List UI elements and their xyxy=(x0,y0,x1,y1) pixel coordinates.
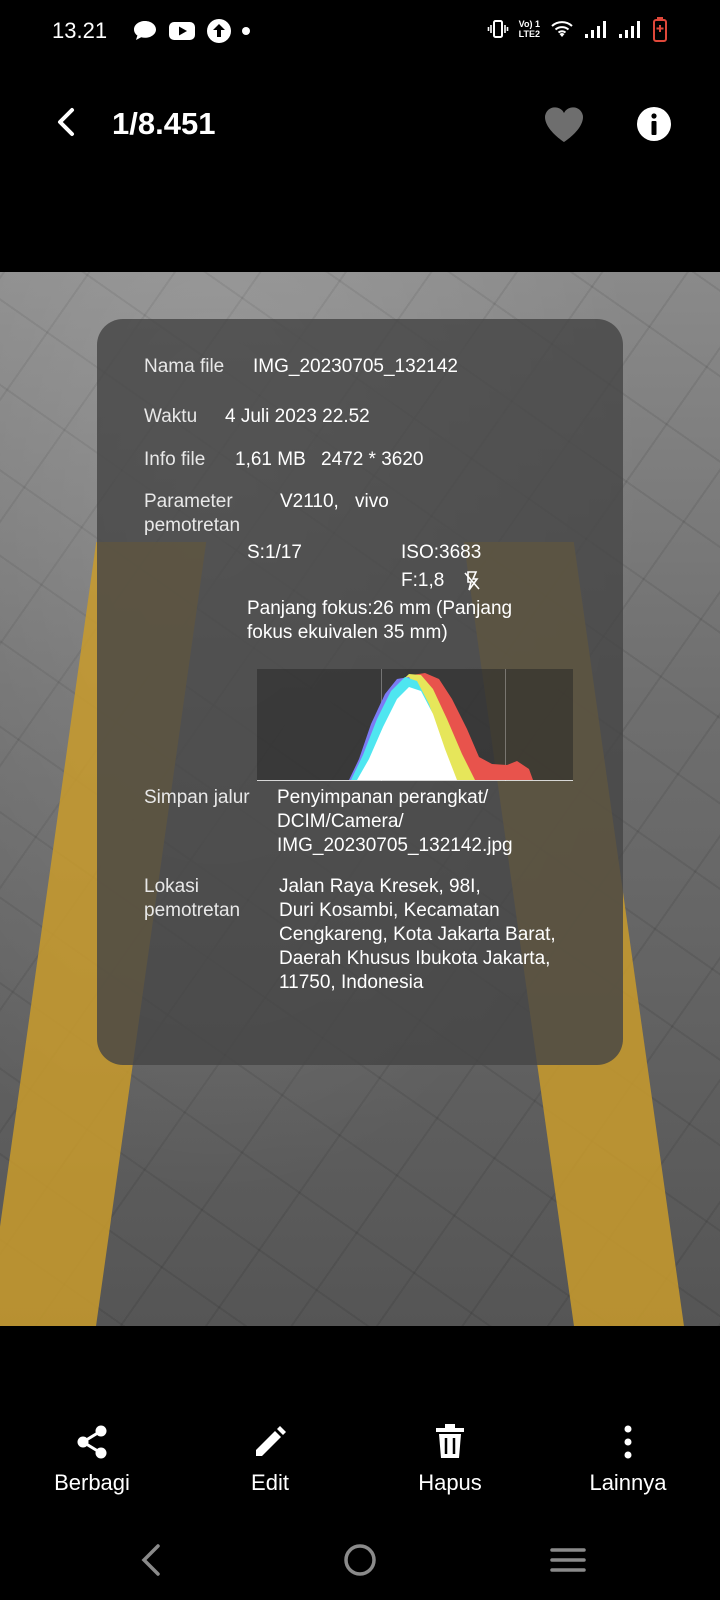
focal-length-line-1: Panjang fokus:26 mm (Panjang xyxy=(247,598,513,619)
more-label: Lainnya xyxy=(589,1470,667,1495)
image-counter: 1/8.451 xyxy=(112,106,216,141)
vibrate-icon xyxy=(487,20,508,38)
details-panel: Nama file IMG_20230705_132142 Waktu 4 Ju… xyxy=(97,319,623,1065)
info-icon xyxy=(637,107,671,141)
nav-home-button[interactable] xyxy=(338,1538,382,1582)
path-line-1: Penyimpanan perangkat/ xyxy=(277,787,489,808)
location-line-2: Duri Kosambi, Kecamatan xyxy=(279,900,500,921)
location-line-5: 11750, Indonesia xyxy=(279,972,424,993)
upload-icon xyxy=(207,19,231,43)
trash-icon xyxy=(436,1424,464,1458)
nav-back-button[interactable] xyxy=(130,1538,174,1582)
nav-recents-button[interactable] xyxy=(546,1538,590,1582)
location-line-1: Jalan Raya Kresek, 98I, xyxy=(279,876,481,897)
path-line-2: DCIM/Camera/ xyxy=(277,811,404,832)
params-label-line-1: Parameter xyxy=(144,491,233,512)
histogram-curves xyxy=(349,673,533,780)
time-value: 4 Juli 2023 22.52 xyxy=(225,406,370,427)
histogram-baseline xyxy=(257,780,573,781)
file-name-value: IMG_20230705_132142 xyxy=(253,356,458,377)
location-label-line-2: pemotretan xyxy=(144,900,241,921)
lte-icon: Vo) 1 LTE2 xyxy=(518,19,540,39)
device-brand-value: vivo xyxy=(355,491,389,512)
signal-icon xyxy=(619,21,640,38)
iso-value: ISO:3683 xyxy=(401,542,482,563)
nav-back-icon xyxy=(141,1544,160,1576)
status-system-icons: Vo) 1 LTE2 xyxy=(487,16,668,42)
bottom-action-bar: Berbagi Edit Hapus Lainnya xyxy=(0,1420,720,1510)
file-info-label: Info file xyxy=(144,449,206,470)
battery-low-icon xyxy=(653,17,667,42)
location-label-line-1: Lokasi xyxy=(144,876,199,897)
heart-icon xyxy=(545,107,583,142)
wifi-icon xyxy=(551,21,573,37)
status-bar: 13.21 Vo) 1 LTE2 xyxy=(0,0,720,60)
share-icon xyxy=(77,1425,107,1459)
pencil-icon xyxy=(256,1426,286,1456)
focal-length-line-2: fokus ekuivalen 35 mm) xyxy=(247,622,448,643)
info-button[interactable] xyxy=(634,104,674,144)
edit-button[interactable]: Edit xyxy=(200,1420,340,1496)
signal-icon xyxy=(585,21,606,38)
histogram xyxy=(257,669,573,781)
path-label: Simpan jalur xyxy=(144,787,250,808)
delete-button[interactable]: Hapus xyxy=(380,1420,520,1496)
share-label: Berbagi xyxy=(54,1470,130,1495)
more-button[interactable]: Lainnya xyxy=(558,1420,698,1496)
resolution-value: 2472 * 3620 xyxy=(321,449,424,470)
viewer-top-bar: 1/8.451 xyxy=(0,90,720,160)
status-time: 13.21 xyxy=(52,18,108,43)
time-label: Waktu xyxy=(144,406,198,427)
edit-label: Edit xyxy=(251,1470,289,1495)
location-line-4: Daerah Khusus Ibukota Jakarta, xyxy=(279,948,551,969)
params-label-line-2: pemotretan xyxy=(144,515,241,536)
device-model-value: V2110, xyxy=(280,491,339,512)
share-button[interactable]: Berbagi xyxy=(22,1420,162,1496)
nav-home-icon xyxy=(344,1544,376,1576)
arrow-left-icon xyxy=(58,108,74,136)
path-line-3: IMG_20230705_132142.jpg xyxy=(277,835,513,856)
back-button[interactable] xyxy=(48,102,88,142)
file-size-value: 1,61 MB xyxy=(235,449,306,470)
nav-menu-icon xyxy=(550,1548,586,1572)
aperture-value: F:1,8 xyxy=(401,570,445,591)
delete-label: Hapus xyxy=(418,1470,482,1495)
favorite-button[interactable] xyxy=(542,104,586,144)
location-line-3: Cengkareng, Kota Jakarta Barat, xyxy=(279,924,556,945)
flash-off-icon xyxy=(464,571,480,591)
system-nav-bar xyxy=(0,1530,720,1590)
chat-bubble-icon xyxy=(134,21,156,40)
shutter-value: S:1/17 xyxy=(247,542,302,563)
status-notification-icons xyxy=(132,18,250,44)
file-name-label: Nama file xyxy=(144,356,225,377)
youtube-icon xyxy=(169,22,195,40)
more-vertical-icon xyxy=(624,1425,632,1459)
dot-icon xyxy=(242,27,250,35)
